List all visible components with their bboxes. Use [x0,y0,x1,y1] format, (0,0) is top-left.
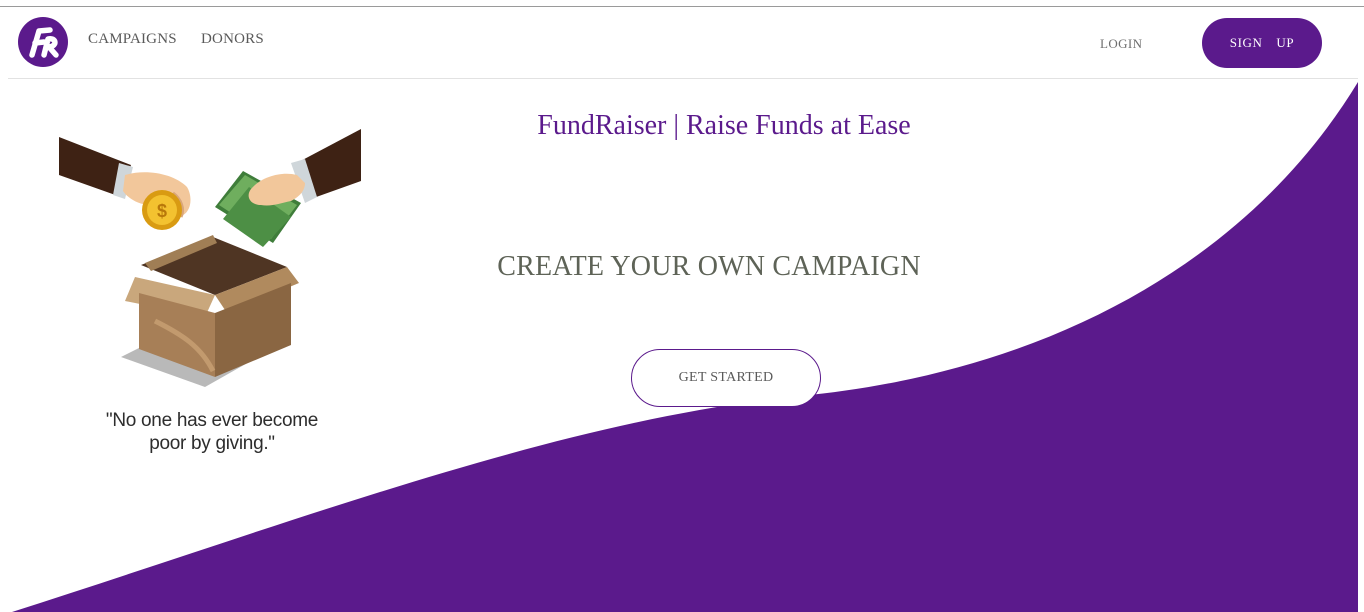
login-link[interactable]: LOGIN [1100,36,1142,52]
quote-text: "No one has ever become poor by giving." [82,409,342,455]
donation-box-illustration: $ [59,129,361,387]
window-top-border [0,0,1364,7]
sign-up-button[interactable]: SIGN UP [1202,18,1322,68]
hero-title: FundRaiser | Raise Funds at Ease [537,110,911,141]
quote-line-2: poor by giving." [149,433,275,454]
quote-line-1: "No one has ever become [105,410,319,431]
nav-donors-link[interactable]: DONORS [201,31,264,48]
fr-logo-icon [29,27,59,58]
hero-subtitle: CREATE YOUR OWN CAMPAIGN [497,251,921,282]
nav-campaigns-link[interactable]: CAMPAIGNS [88,31,177,48]
coin-icon: $ [142,190,182,230]
navbar: CAMPAIGNS DONORS LOGIN SIGN UP [8,7,1358,79]
brand-logo[interactable] [18,17,68,67]
get-started-button[interactable]: GET STARTED [631,349,821,407]
svg-text:$: $ [157,201,167,221]
